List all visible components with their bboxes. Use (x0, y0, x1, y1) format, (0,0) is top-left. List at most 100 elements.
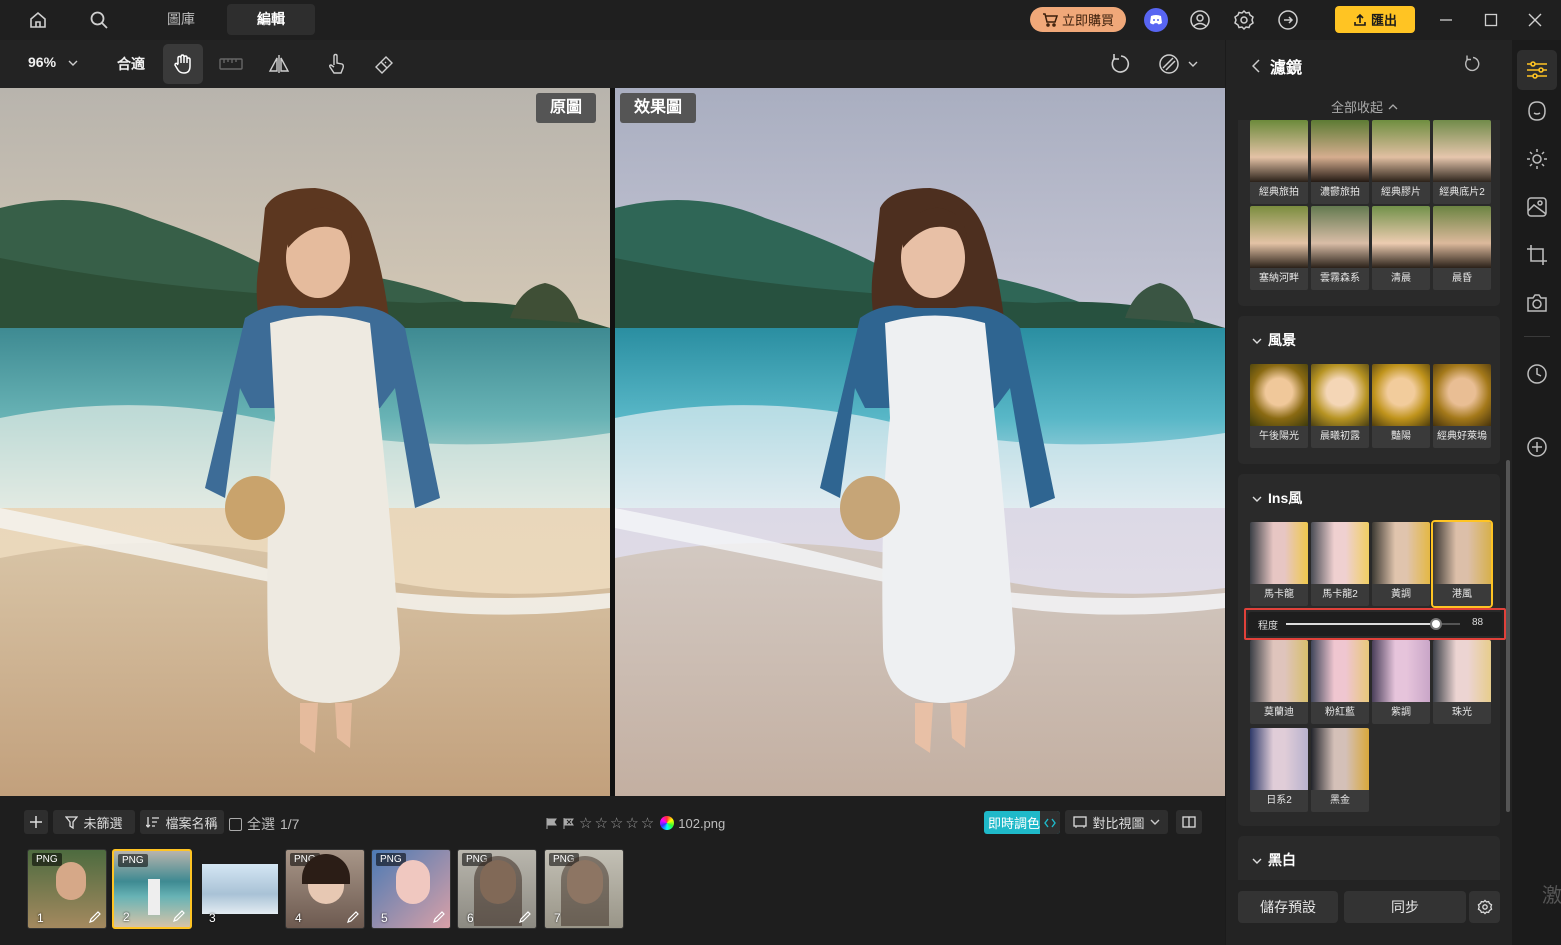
pencil-icon (173, 910, 185, 922)
upload-icon (1354, 13, 1366, 26)
close-icon[interactable] (1523, 8, 1547, 32)
select-all-checkbox[interactable] (229, 817, 242, 831)
tab-edit[interactable]: 編輯 (227, 4, 315, 35)
split-view-icon[interactable] (1176, 810, 1202, 834)
pencil-icon (89, 911, 101, 923)
filter-item[interactable]: 清晨 (1372, 206, 1430, 290)
code-toggle-icon[interactable] (1040, 811, 1060, 834)
eraser-icon[interactable] (364, 44, 404, 84)
sync-settings-icon[interactable] (1469, 891, 1500, 923)
color-label-icon[interactable] (660, 816, 675, 830)
zoom-level[interactable]: 96% (28, 54, 78, 70)
thumbnail-7[interactable]: PNG 7 (544, 849, 624, 929)
add-circle-icon[interactable] (1524, 434, 1550, 460)
camera-icon[interactable] (1524, 290, 1550, 316)
maximize-icon[interactable] (1479, 8, 1503, 32)
image-canvas[interactable]: 原圖 效果圖 (0, 88, 1225, 796)
collapse-all-button[interactable]: 全部收起 (1331, 97, 1398, 116)
filter-button[interactable]: 未篩選 (53, 810, 135, 834)
adjust-sliders-icon[interactable] (1517, 50, 1557, 90)
star-rating[interactable]: ☆☆☆☆☆ (579, 814, 656, 832)
export-button[interactable]: 匯出 (1335, 6, 1415, 33)
thumbnail-2[interactable]: PNG 2 (112, 849, 192, 929)
sort-icon (146, 817, 160, 828)
filter-item[interactable]: 經典膠片 (1372, 120, 1430, 204)
image-count: 1/7 (280, 816, 300, 832)
live-adjust-button[interactable]: 即時調色 (984, 811, 1060, 834)
file-name: 102.png (678, 815, 726, 831)
effect-image: 效果圖 (615, 88, 1225, 796)
filter-item[interactable]: 塞納河畔 (1250, 206, 1308, 290)
thumbnail-4[interactable]: PNG 4 (285, 849, 365, 929)
flag-icon[interactable] (545, 817, 558, 830)
filter-item[interactable]: 珠光 (1433, 640, 1491, 724)
touch-icon[interactable] (316, 44, 356, 84)
fit-button[interactable]: 合適 (117, 54, 145, 74)
filter-item[interactable]: 雲霧森系 (1311, 206, 1369, 290)
filter-item[interactable]: 馬卡龍2 (1311, 522, 1369, 606)
save-preset-button[interactable]: 儲存預設 (1238, 891, 1338, 923)
landscape-group-header[interactable]: 風景 (1252, 330, 1296, 350)
filter-item[interactable]: 紫調 (1372, 640, 1430, 724)
filter-item[interactable]: 經典旅拍 (1250, 120, 1308, 204)
settings-gear-icon[interactable] (1232, 8, 1256, 32)
ins-group-header[interactable]: Ins風 (1252, 488, 1302, 508)
thumbnail-6[interactable]: PNG 6 (457, 849, 537, 929)
buy-now-label: 立即購買 (1061, 13, 1114, 28)
intensity-handle[interactable] (1430, 618, 1442, 630)
panel-reset-icon[interactable] (1464, 55, 1482, 78)
ruler-icon[interactable] (211, 44, 251, 84)
thumbnail-3[interactable]: 3 (199, 849, 279, 929)
filter-item-label: 濃鬱旅拍 (1311, 182, 1369, 204)
filter-item-selected[interactable]: 港風 (1431, 520, 1493, 608)
hand-tool-icon[interactable] (163, 44, 203, 84)
color-adjust-icon[interactable] (1524, 194, 1550, 220)
filter-item-label: 港風 (1433, 584, 1491, 606)
filter-item[interactable]: 莫蘭迪 (1250, 640, 1308, 724)
tab-library[interactable]: 圖庫 (148, 4, 214, 35)
sign-in-icon[interactable] (1276, 8, 1300, 32)
compare-view-icon (1073, 816, 1088, 828)
retouch-face-icon[interactable] (1524, 98, 1550, 124)
filter-item[interactable]: 經典底片2 (1433, 120, 1491, 204)
filter-item[interactable]: 午後陽光 (1250, 364, 1308, 448)
history-clock-icon[interactable] (1524, 361, 1550, 387)
filter-item[interactable]: 馬卡龍 (1250, 522, 1308, 606)
crop-icon[interactable] (1524, 242, 1550, 268)
minimize-icon[interactable] (1434, 8, 1458, 32)
filter-item[interactable]: 豔陽 (1372, 364, 1430, 448)
filter-item[interactable]: 晨曦初露 (1311, 364, 1369, 448)
compare-view-label: 對比視圖 (1092, 815, 1145, 831)
filter-item[interactable]: 黑金 (1311, 728, 1369, 812)
sort-button[interactable]: 檔案名稱 (140, 810, 224, 834)
home-icon[interactable] (26, 8, 50, 32)
panel-scrollbar[interactable] (1506, 460, 1510, 812)
buy-now-button[interactable]: 立即購買 (1030, 7, 1126, 32)
add-button[interactable] (24, 810, 48, 834)
compare-view-button[interactable]: 對比視圖 (1065, 810, 1168, 834)
filter-item[interactable]: 日系2 (1250, 728, 1308, 812)
filter-item-label: 豔陽 (1372, 426, 1430, 448)
thumbnail-5[interactable]: PNG 5 (371, 849, 451, 929)
thumbnail-1[interactable]: PNG 1 (27, 849, 107, 929)
filter-item[interactable]: 粉紅藍 (1311, 640, 1369, 724)
filter-item[interactable]: 晨昏 (1433, 206, 1491, 290)
filter-item[interactable]: 濃鬱旅拍 (1311, 120, 1369, 204)
filter-item[interactable]: 黃調 (1372, 522, 1430, 606)
back-chevron-icon[interactable] (1252, 59, 1260, 73)
account-icon[interactable] (1188, 8, 1212, 32)
light-sun-icon[interactable] (1524, 146, 1550, 172)
search-icon[interactable] (87, 8, 111, 32)
discord-icon[interactable] (1144, 8, 1168, 32)
thumbnail-number: 5 (381, 911, 388, 925)
select-all[interactable]: 全選 1/7 (229, 814, 299, 834)
compare-mode-icon[interactable] (1150, 44, 1206, 84)
zoom-value: 96% (28, 54, 57, 70)
select-all-label: 全選 (247, 816, 275, 832)
filter-item[interactable]: 經典好萊塢 (1433, 364, 1491, 448)
flip-icon[interactable] (259, 44, 299, 84)
reset-icon[interactable] (1101, 44, 1141, 84)
reject-flag-icon[interactable] (562, 817, 575, 830)
sync-button[interactable]: 同步 (1344, 891, 1466, 923)
bw-group-header[interactable]: 黑白 (1252, 850, 1296, 870)
